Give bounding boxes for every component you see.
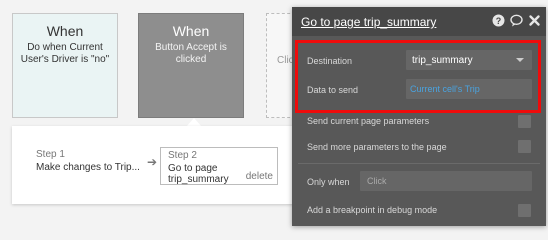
only-when-input[interactable]: Click bbox=[360, 171, 532, 191]
panel-title[interactable]: Go to page trip_summary bbox=[301, 15, 436, 29]
help-icon[interactable]: ? bbox=[492, 14, 505, 27]
event-card-button-accept[interactable]: When Button Accept is clicked bbox=[138, 13, 244, 118]
send-more-params-checkbox[interactable] bbox=[518, 140, 531, 153]
svg-text:?: ? bbox=[496, 16, 502, 26]
step-1[interactable]: Step 1 Make changes to Trip... bbox=[36, 149, 140, 173]
send-current-params-label: Send current page parameters bbox=[307, 116, 430, 126]
breakpoint-checkbox[interactable] bbox=[518, 204, 531, 217]
event-title: When bbox=[46, 23, 84, 39]
send-current-params-checkbox[interactable] bbox=[518, 115, 531, 128]
step-name: Make changes to Trip... bbox=[36, 162, 140, 173]
event-title: When bbox=[172, 23, 210, 39]
breakpoint-label: Add a breakpoint in debug mode bbox=[307, 205, 438, 215]
divider bbox=[298, 163, 540, 164]
comment-icon[interactable] bbox=[510, 14, 523, 27]
workflow-canvas: When Do when Current User's Driver is "n… bbox=[0, 0, 548, 228]
panel-header: Go to page trip_summary ? bbox=[292, 7, 546, 36]
event-description: Button Accept is clicked bbox=[155, 42, 227, 65]
delete-step-link[interactable]: delete bbox=[246, 171, 273, 182]
highlight-box bbox=[295, 40, 541, 113]
only-when-label: Only when bbox=[307, 177, 350, 187]
step-label: Step 2 bbox=[168, 150, 197, 161]
steps-bar: Step 1 Make changes to Trip... ➔ Step 2 … bbox=[12, 126, 312, 204]
send-more-params-label: Send more parameters to the page bbox=[307, 142, 447, 152]
step-label: Step 1 bbox=[36, 149, 65, 160]
event-card-driver[interactable]: When Do when Current User's Driver is "n… bbox=[12, 13, 118, 118]
close-icon[interactable] bbox=[528, 14, 541, 27]
event-description: Do when Current User's Driver is "no" bbox=[20, 42, 110, 65]
only-when-placeholder: Click bbox=[367, 176, 387, 186]
step-2[interactable]: Step 2 Go to page trip_summary delete bbox=[160, 147, 278, 185]
arrow-right-icon: ➔ bbox=[147, 155, 158, 169]
